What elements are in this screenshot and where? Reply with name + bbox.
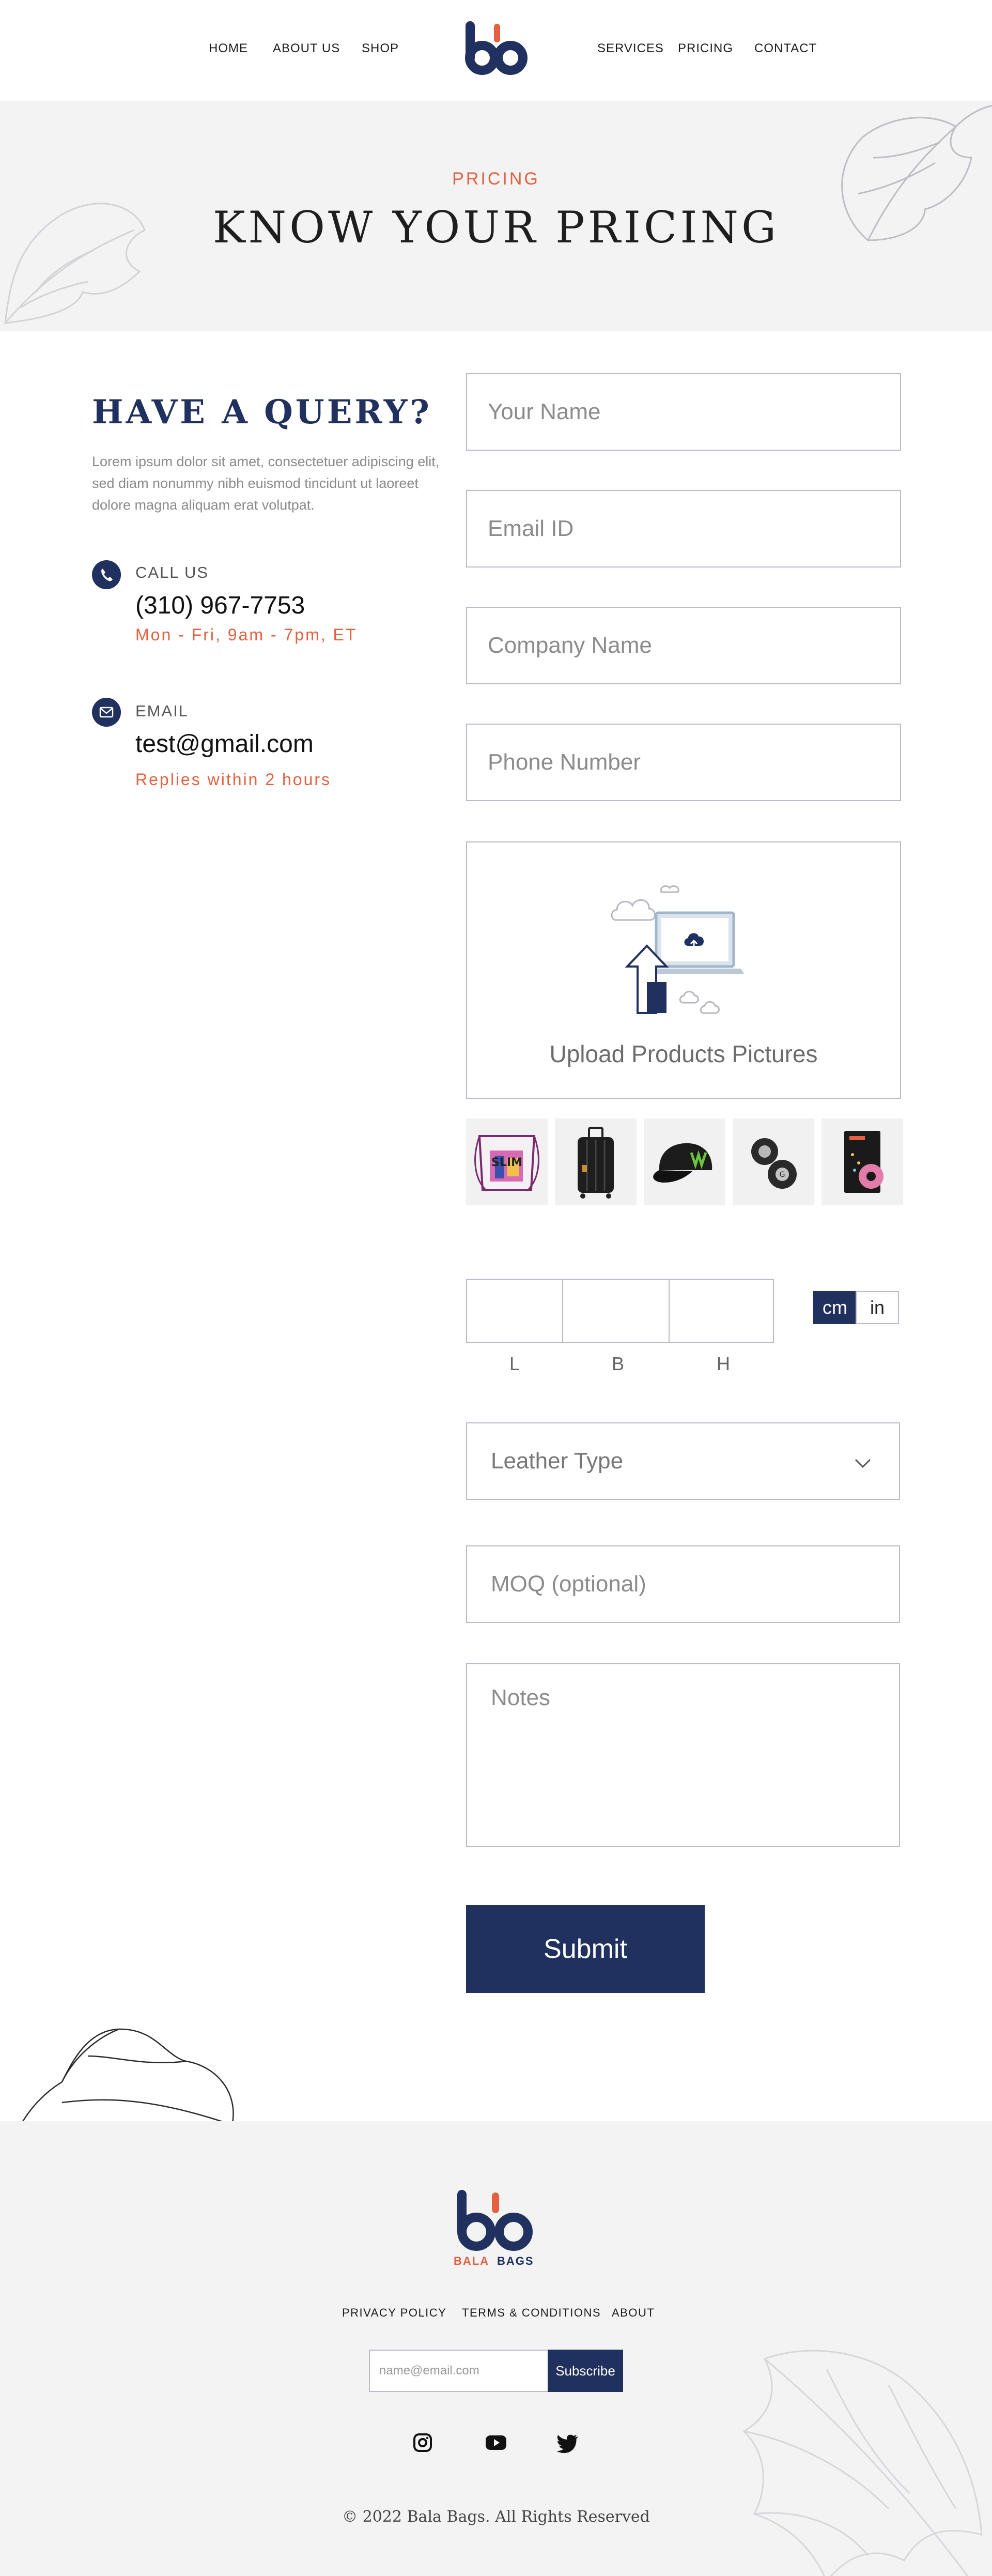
newsletter-email-input[interactable] [369, 2350, 548, 2392]
footer-link-privacy[interactable]: PRIVACY POLICY [342, 2306, 446, 2320]
leather-type-value: Leather Type [491, 1448, 624, 1474]
svg-text:G: G [780, 1171, 785, 1179]
earbuds-icon: G [751, 1138, 797, 1189]
notes-textarea[interactable] [466, 1663, 900, 1847]
nav-home[interactable]: HOME [209, 41, 248, 56]
height-input[interactable] [669, 1279, 774, 1343]
footer-link-about[interactable]: ABOUT [612, 2306, 655, 2320]
site-footer: BALA BAGS PRIVACY POLICY TERMS & CONDITI… [0, 2121, 992, 2576]
height-label: H [717, 1353, 730, 1374]
phone-icon [92, 560, 121, 589]
name-input[interactable] [466, 373, 901, 451]
upload-illustration-icon [611, 885, 744, 1014]
moq-input[interactable] [466, 1545, 900, 1623]
logo-text-bags: BAGS [497, 2255, 534, 2267]
nav-contact[interactable]: CONTACT [754, 41, 817, 56]
subscribe-button[interactable]: Subscribe [548, 2350, 623, 2392]
logo-text-bala: BALA [454, 2255, 490, 2267]
leaf-decoration-icon [742, 2350, 983, 2576]
cap-icon [653, 1143, 712, 1183]
copyright-text: © 2022 Bala Bags. All Rights Reserved [342, 2508, 650, 2526]
length-input[interactable] [466, 1279, 563, 1343]
footer-logo[interactable]: BALA BAGS [453, 2188, 539, 2276]
notebook-icon [844, 1131, 884, 1193]
chevron-down-icon [855, 1459, 871, 1468]
nav-services[interactable]: SERVICES [597, 41, 664, 56]
upload-label: Upload Products Pictures [549, 1040, 818, 1067]
instagram-icon[interactable] [410, 2430, 435, 2455]
hero-banner: PRICING KNOW YOUR PRICING [0, 101, 992, 331]
nav-about-us[interactable]: ABOUT US [273, 41, 340, 56]
site-header: HOME ABOUT US SHOP SERVICES PRICING CONT… [0, 0, 992, 101]
breadth-label: B [611, 1353, 624, 1374]
nav-shop[interactable]: SHOP [362, 41, 399, 56]
breadth-input[interactable] [562, 1279, 670, 1343]
email-input[interactable] [466, 490, 901, 568]
thumbnail-notebook[interactable] [822, 1118, 903, 1205]
brand-logo[interactable] [463, 21, 529, 78]
company-input[interactable] [466, 607, 901, 684]
call-us-label: CALL US [135, 563, 209, 581]
email-label: EMAIL [135, 702, 189, 720]
footer-link-terms[interactable]: TERMS & CONDITIONS [462, 2306, 601, 2320]
leaf-decoration-icon [841, 105, 992, 241]
query-description: Lorem ipsum dolor sit amet, consectetuer… [92, 454, 440, 513]
phone-input[interactable] [466, 724, 901, 801]
leather-type-select[interactable]: Leather Type [466, 1422, 900, 1500]
upload-dropzone[interactable]: Upload Products Pictures [466, 841, 901, 1099]
thumbnail-earbuds[interactable]: G [733, 1118, 814, 1205]
svg-text:SLIM: SLIM [491, 1156, 522, 1169]
thumbnail-drawstring-bag[interactable]: SLIM [466, 1118, 548, 1205]
youtube-icon[interactable] [484, 2430, 508, 2455]
suitcase-icon [578, 1127, 614, 1199]
phone-number-link[interactable]: (310) 967-7753 [135, 591, 305, 620]
drawstring-bag-icon: SLIM [474, 1135, 539, 1192]
length-label: L [509, 1353, 520, 1374]
thumbnail-cap[interactable] [644, 1118, 725, 1205]
twitter-icon[interactable] [555, 2430, 580, 2455]
submit-button[interactable]: Submit [466, 1905, 705, 1993]
unit-in-toggle[interactable]: in [856, 1291, 899, 1324]
email-address-link[interactable]: test@gmail.com [135, 730, 314, 758]
email-reply-note: Replies within 2 hours [135, 770, 332, 789]
mail-icon [92, 698, 121, 727]
nav-pricing[interactable]: PRICING [678, 41, 733, 56]
unit-cm-toggle[interactable]: cm [813, 1291, 857, 1324]
thumbnail-suitcase[interactable] [555, 1118, 637, 1205]
query-heading: HAVE A QUERY? [92, 393, 432, 432]
call-hours-note: Mon - Fri, 9am - 7pm, ET [135, 625, 358, 644]
